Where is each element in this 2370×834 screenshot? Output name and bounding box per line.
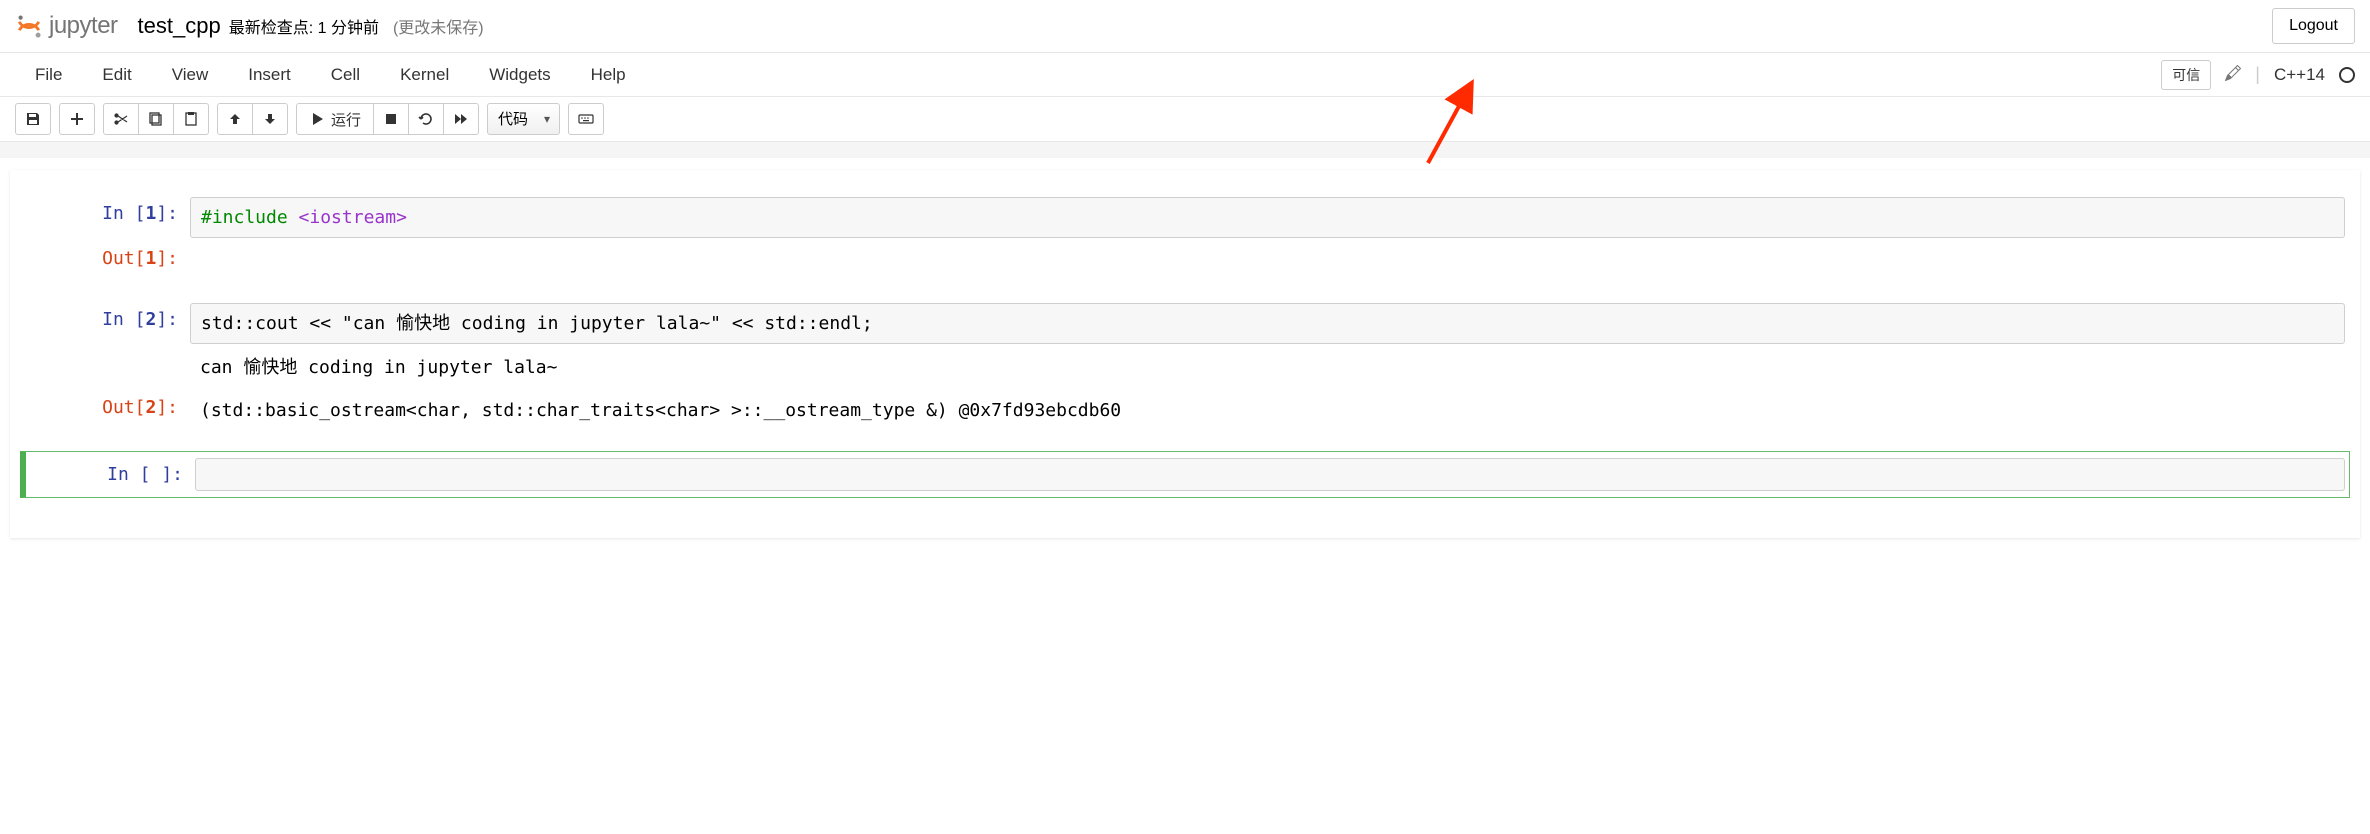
menu-view[interactable]: View (152, 55, 229, 95)
code-input[interactable]: #include <iostream> (190, 197, 2345, 238)
arrow-down-icon (262, 111, 278, 127)
menu-kernel[interactable]: Kernel (380, 55, 469, 95)
restart-button[interactable] (408, 103, 444, 135)
toolbar: 运行 代码 (0, 97, 2370, 142)
insert-cell-button[interactable] (59, 103, 95, 135)
save-button[interactable] (15, 103, 51, 135)
trusted-button[interactable]: 可信 (2161, 60, 2211, 90)
copy-button[interactable] (138, 103, 174, 135)
play-icon (309, 111, 325, 127)
separator: | (2255, 64, 2260, 85)
cut-button[interactable] (103, 103, 139, 135)
code-input[interactable] (195, 458, 2345, 491)
unsaved-indicator: (更改未保存) (393, 14, 484, 38)
kernel-idle-icon (2339, 67, 2355, 83)
copy-icon (148, 111, 164, 127)
pencil-icon[interactable] (2219, 65, 2247, 84)
code-cell[interactable]: In [2]: std::cout << "can 愉快地 coding in … (20, 296, 2350, 437)
menu-help[interactable]: Help (571, 55, 646, 95)
stop-icon (383, 111, 399, 127)
output-area (190, 242, 2345, 275)
command-palette-button[interactable] (568, 103, 604, 135)
output-area: (std::basic_ostream<char, std::char_trai… (190, 391, 2345, 430)
input-prompt: In [ ]: (30, 458, 195, 491)
stdout-output: can 愉快地 coding in jupyter lala~ (190, 348, 2345, 387)
menu-insert[interactable]: Insert (228, 55, 311, 95)
move-up-button[interactable] (217, 103, 253, 135)
input-prompt: In [2]: (25, 303, 190, 344)
output-prompt: Out[2]: (25, 391, 190, 430)
save-icon (25, 111, 41, 127)
header: jupyter test_cpp 最新检查点: 1 分钟前 (更改未保存) Lo… (0, 0, 2370, 53)
fast-forward-icon (453, 111, 469, 127)
clipboard-icon (183, 111, 199, 127)
notebook-name[interactable]: test_cpp (138, 13, 221, 39)
jupyter-logo-icon (15, 12, 43, 40)
logo-text: jupyter (49, 12, 118, 40)
keyboard-icon (578, 111, 594, 127)
run-label: 运行 (331, 109, 361, 130)
code-input[interactable]: std::cout << "can 愉快地 coding in jupyter … (190, 303, 2345, 344)
output-prompt: Out[1]: (25, 242, 190, 275)
code-cell-selected[interactable]: In [ ]: (20, 451, 2350, 498)
code-cell[interactable]: In [1]: #include <iostream> Out[1]: (20, 190, 2350, 282)
input-prompt: In [1]: (25, 197, 190, 238)
arrow-up-icon (227, 111, 243, 127)
scissors-icon (113, 111, 129, 127)
notebook-container: In [1]: #include <iostream> Out[1]: In [… (10, 170, 2360, 538)
celltype-select[interactable]: 代码 (487, 103, 560, 135)
stdout-prompt (25, 348, 190, 387)
plus-icon (69, 111, 85, 127)
checkpoint-status: 最新检查点: 1 分钟前 (229, 14, 379, 38)
menu-widgets[interactable]: Widgets (469, 55, 570, 95)
logo[interactable]: jupyter (15, 12, 118, 40)
kernel-name[interactable]: C++14 (2268, 65, 2331, 85)
interrupt-button[interactable] (373, 103, 409, 135)
move-down-button[interactable] (252, 103, 288, 135)
refresh-icon (418, 111, 434, 127)
paste-button[interactable] (173, 103, 209, 135)
menubar: File Edit View Insert Cell Kernel Widget… (0, 53, 2370, 97)
menu-edit[interactable]: Edit (82, 55, 151, 95)
run-button[interactable]: 运行 (296, 103, 374, 135)
logout-button[interactable]: Logout (2272, 8, 2355, 44)
menu-cell[interactable]: Cell (311, 55, 380, 95)
menu-file[interactable]: File (15, 55, 82, 95)
restart-run-all-button[interactable] (443, 103, 479, 135)
